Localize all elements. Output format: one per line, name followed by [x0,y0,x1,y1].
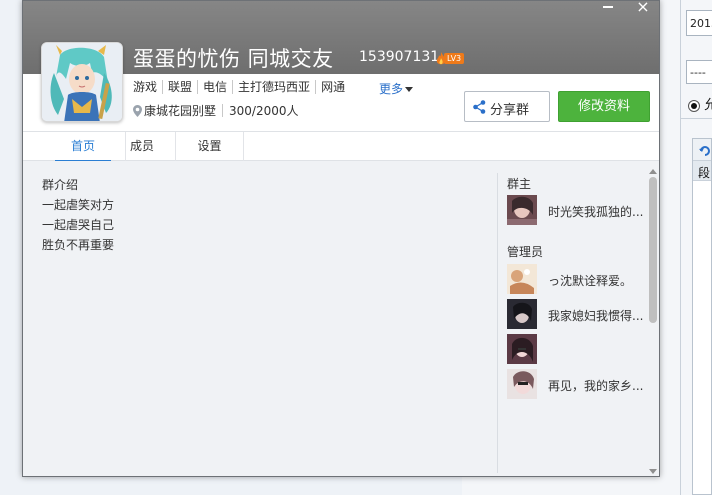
admin-item[interactable]: 我家媳妇我惯得... [507,299,657,331]
admin-heading: 管理员 [507,245,544,259]
scroll-thumb[interactable] [649,177,657,323]
undo-icon[interactable] [699,145,711,157]
more-label: 更多 [379,82,404,96]
background-separator [680,118,712,119]
separator [222,104,224,117]
admin-item[interactable] [507,334,657,366]
avatar [507,264,537,294]
scroll-down-icon[interactable] [649,469,657,474]
tag-item[interactable]: 电信 [197,80,232,94]
tag-item[interactable]: 主打德玛西亚 [232,80,315,94]
close-button[interactable]: × [629,0,657,16]
chevron-down-icon [405,87,414,92]
desktop: 2015 ---- 允 段 × 蛋蛋的忧伤 同城交友 153907131 LV3 [0,0,712,495]
avatar [507,299,537,329]
background-radio-label: 允 [704,98,712,113]
background-select-field[interactable]: ---- [686,60,712,84]
level-label: LV3 [444,53,465,64]
background-radio[interactable]: 允 [688,94,712,113]
share-group-button[interactable]: 分享群 [464,91,550,122]
admin-item[interactable]: 再见，我的家乡... [507,369,657,401]
intro-line: 一起虐笑对方 [42,198,115,212]
more-tags-button[interactable]: 更多 [379,80,414,97]
group-title: 蛋蛋的忧伤 同城交友 [133,47,334,71]
close-icon: × [636,0,650,16]
share-icon [473,100,486,114]
location-text: 康城花园别墅 [144,104,217,118]
tag-item[interactable]: 网通 [315,80,350,94]
member-name: 我家媳妇我惯得... [548,309,644,323]
background-year-field[interactable]: 2015 [686,10,712,36]
avatar-image [42,43,122,121]
member-name: っ沈默诠释爱。 [548,274,633,288]
admin-item[interactable]: っ沈默诠释爱。 [507,264,657,296]
group-location: 康城花园别墅 300/2000人 [133,102,299,119]
home-content: 群介绍 一起虐笑对方 一起虐哭自己 胜负不再重要 群主 时光笑我孤独的... 管… [23,161,659,476]
location-pin-icon [133,105,142,117]
group-info-window: × 蛋蛋的忧伤 同城交友 153907131 LV3 游戏 联盟 电信 主打德玛… [22,0,660,477]
content-divider [497,173,498,473]
tag-item[interactable]: 游戏 [133,80,162,94]
group-intro: 群介绍 一起虐笑对方 一起虐哭自己 胜负不再重要 [42,175,114,255]
background-table-cell: 段 [693,161,711,181]
avatar [507,369,537,399]
content-scrollbar[interactable] [648,169,658,476]
tab-members[interactable]: 成员 [109,132,176,161]
background-toolbar [693,139,711,161]
group-admins-panel: 群主 时光笑我孤独的... 管理员 っ沈默诠释爱。 我家媳妇我惯得... 再见，… [507,175,647,399]
group-tabs: 首页 成员 设置 [23,132,659,162]
group-tags: 游戏 联盟 电信 主打德玛西亚 网通 [133,80,350,94]
minimize-button[interactable] [594,1,622,16]
edit-profile-button[interactable]: 修改资料 [558,91,650,122]
tab-settings[interactable]: 设置 [176,132,244,161]
member-name: 再见，我的家乡... [548,379,644,393]
owner-heading: 群主 [507,177,532,191]
tag-item[interactable]: 联盟 [162,80,197,94]
owner-item[interactable]: 时光笑我孤独的... [507,195,657,227]
level-badge: LV3 [436,48,465,64]
avatar [507,334,537,364]
scroll-up-icon[interactable] [649,169,657,174]
background-panel: 段 [692,138,712,495]
group-avatar[interactable] [41,42,123,122]
avatar [507,195,537,225]
intro-heading: 群介绍 [42,178,79,192]
group-id: 153907131 [359,49,440,65]
intro-line: 胜负不再重要 [42,238,115,252]
minimize-icon [603,6,613,8]
background-divider [680,0,681,495]
share-label: 分享群 [490,103,530,118]
member-count: 300/2000人 [229,104,299,118]
radio-dot-icon [688,99,700,112]
intro-line: 一起虐哭自己 [42,218,115,232]
member-name: 时光笑我孤独的... [548,205,644,219]
